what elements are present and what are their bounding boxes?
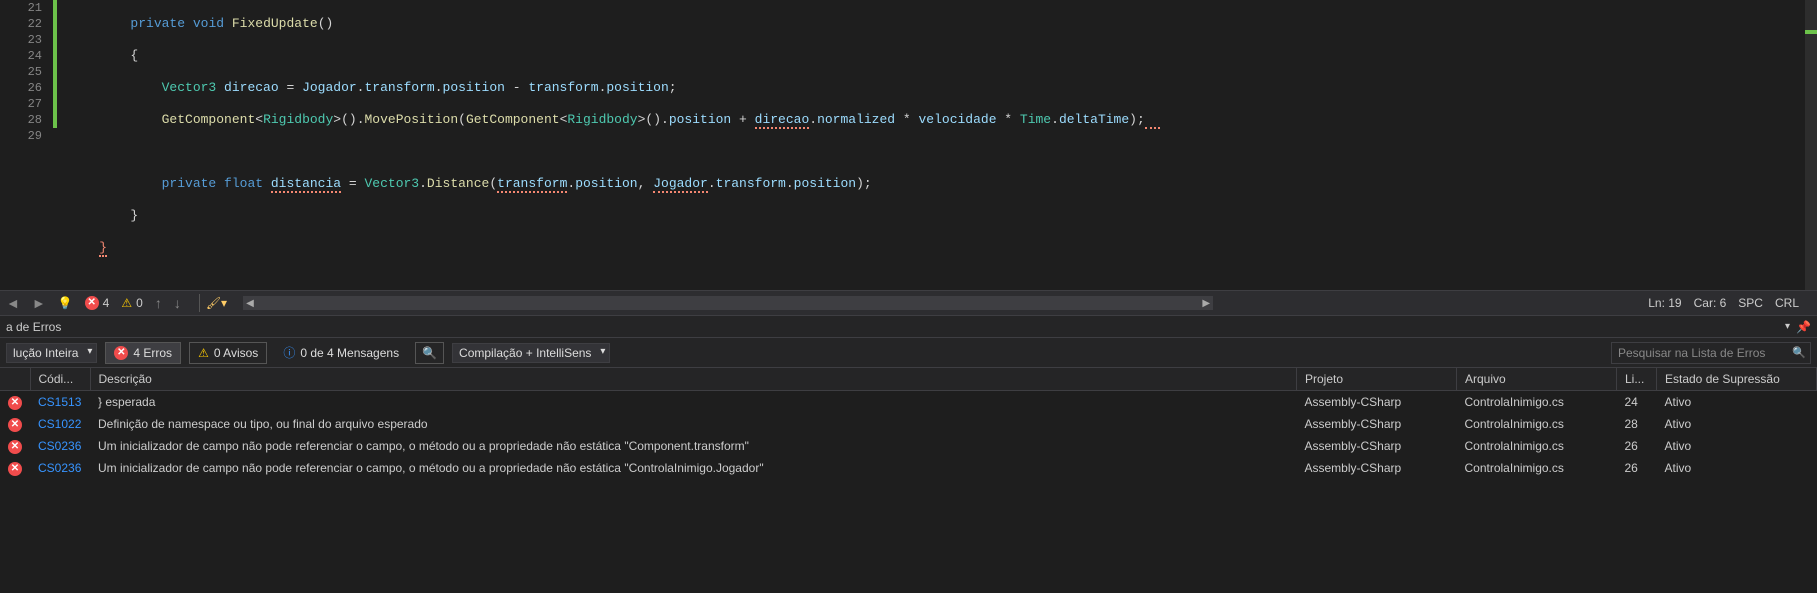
code-content[interactable]: private void FixedUpdate() { Vector3 dir…	[64, 0, 1805, 290]
col-header-project[interactable]: Projeto	[1297, 368, 1457, 391]
error-description: Definição de namespace ou tipo, ou final…	[90, 413, 1297, 435]
change-markers	[50, 0, 64, 290]
code-editor[interactable]: 21 22 23 24 25 26 27 28 29 private void …	[0, 0, 1817, 290]
table-header-row: Códi... Descrição Projeto Arquivo Li... …	[0, 368, 1817, 391]
error-description: Um inicializador de campo não pode refer…	[90, 457, 1297, 479]
error-state: Ativo	[1657, 457, 1817, 479]
warnings-filter-button[interactable]: ⚠0 Avisos	[189, 342, 267, 364]
error-line: 26	[1617, 457, 1657, 479]
error-icon: ✕	[8, 440, 22, 454]
vertical-scrollbar[interactable]	[1805, 0, 1817, 290]
error-code: CS0236	[30, 457, 90, 479]
error-project: Assembly-CSharp	[1297, 457, 1457, 479]
error-file: ControlaInimigo.cs	[1457, 413, 1617, 435]
scope-dropdown[interactable]: lução Inteira	[6, 343, 97, 363]
error-project: Assembly-CSharp	[1297, 391, 1457, 414]
panel-title: a de Erros	[6, 320, 61, 334]
filter-icon-button[interactable]: 🔍	[415, 342, 444, 364]
build-intellisense-dropdown[interactable]: Compilação + IntelliSens	[452, 343, 610, 363]
error-file: ControlaInimigo.cs	[1457, 435, 1617, 457]
table-row[interactable]: ✕ CS1022Definição de namespace ou tipo, o…	[0, 413, 1817, 435]
search-error-list-input[interactable]: Pesquisar na Lista de Erros	[1611, 342, 1811, 364]
error-code: CS1513	[30, 391, 90, 414]
error-icon: ✕	[8, 462, 22, 476]
error-icon: ✕	[8, 396, 22, 410]
error-file: ControlaInimigo.cs	[1457, 391, 1617, 414]
error-project: Assembly-CSharp	[1297, 435, 1457, 457]
col-header-file[interactable]: Arquivo	[1457, 368, 1617, 391]
error-project: Assembly-CSharp	[1297, 413, 1457, 435]
error-line: 28	[1617, 413, 1657, 435]
col-header-code[interactable]: Códi...	[30, 368, 90, 391]
error-state: Ativo	[1657, 413, 1817, 435]
col-header-line[interactable]: Li...	[1617, 368, 1657, 391]
nav-forward-icon[interactable]: ►	[32, 295, 46, 311]
nav-back-icon[interactable]: ◄	[6, 295, 20, 311]
error-icon: ✕	[8, 418, 22, 432]
error-description: Um inicializador de campo não pode refer…	[90, 435, 1297, 457]
pin-icon[interactable]: 📌	[1796, 320, 1811, 334]
error-list-table[interactable]: Códi... Descrição Projeto Arquivo Li... …	[0, 368, 1817, 593]
col-header-description[interactable]: Descrição	[90, 368, 1297, 391]
line-gutter: 21 22 23 24 25 26 27 28 29	[0, 0, 50, 290]
error-line: 26	[1617, 435, 1657, 457]
error-state: Ativo	[1657, 391, 1817, 414]
error-code: CS1022	[30, 413, 90, 435]
error-line: 24	[1617, 391, 1657, 414]
messages-filter-button[interactable]: ⓘ0 de 4 Mensagens	[275, 341, 407, 364]
error-file: ControlaInimigo.cs	[1457, 457, 1617, 479]
col-header-suppression[interactable]: Estado de Supressão	[1657, 368, 1817, 391]
table-row[interactable]: ✕ CS0236Um inicializador de campo não pod…	[0, 435, 1817, 457]
error-description: } esperada	[90, 391, 1297, 414]
errors-filter-button[interactable]: ✕4 Erros	[105, 342, 181, 364]
horizontal-scrollbar[interactable]: ◀ ▶	[243, 296, 1213, 310]
table-row[interactable]: ✕ CS0236Um inicializador de campo não pod…	[0, 457, 1817, 479]
error-code: CS0236	[30, 435, 90, 457]
error-list-toolbar: lução Inteira ✕4 Erros ⚠0 Avisos ⓘ0 de 4…	[0, 338, 1817, 368]
table-row[interactable]: ✕ CS1513} esperadaAssembly-CSharpControla…	[0, 391, 1817, 414]
error-state: Ativo	[1657, 435, 1817, 457]
panel-options-icon[interactable]: ▾	[1785, 321, 1790, 332]
